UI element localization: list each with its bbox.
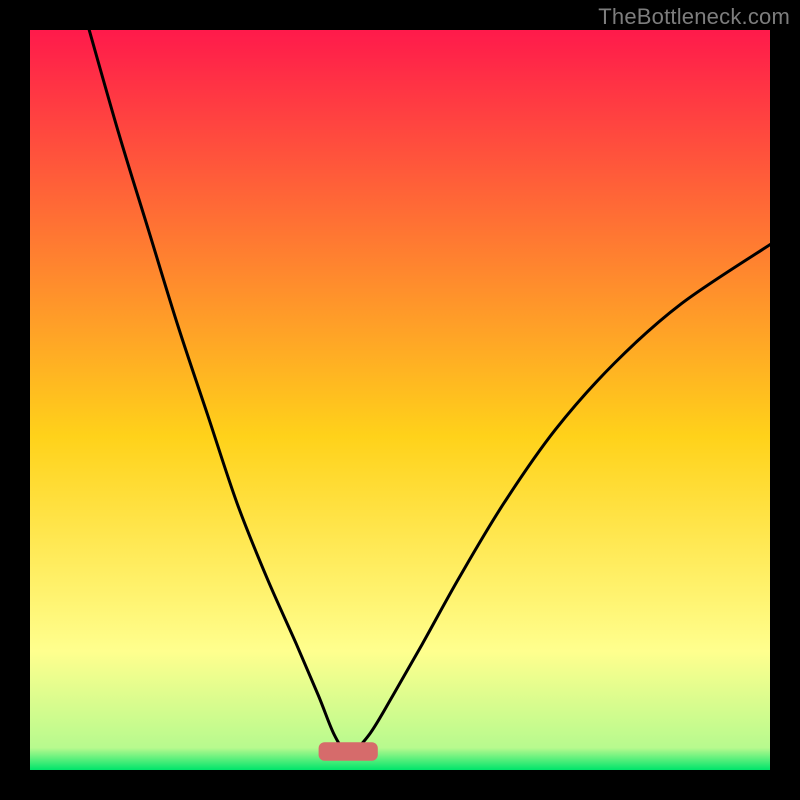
chart-container: TheBottleneck.com xyxy=(0,0,800,800)
gradient-background xyxy=(30,30,770,770)
plot-area xyxy=(30,30,770,770)
attribution-watermark: TheBottleneck.com xyxy=(598,4,790,30)
optimal-marker xyxy=(319,742,378,761)
chart-svg xyxy=(30,30,770,770)
